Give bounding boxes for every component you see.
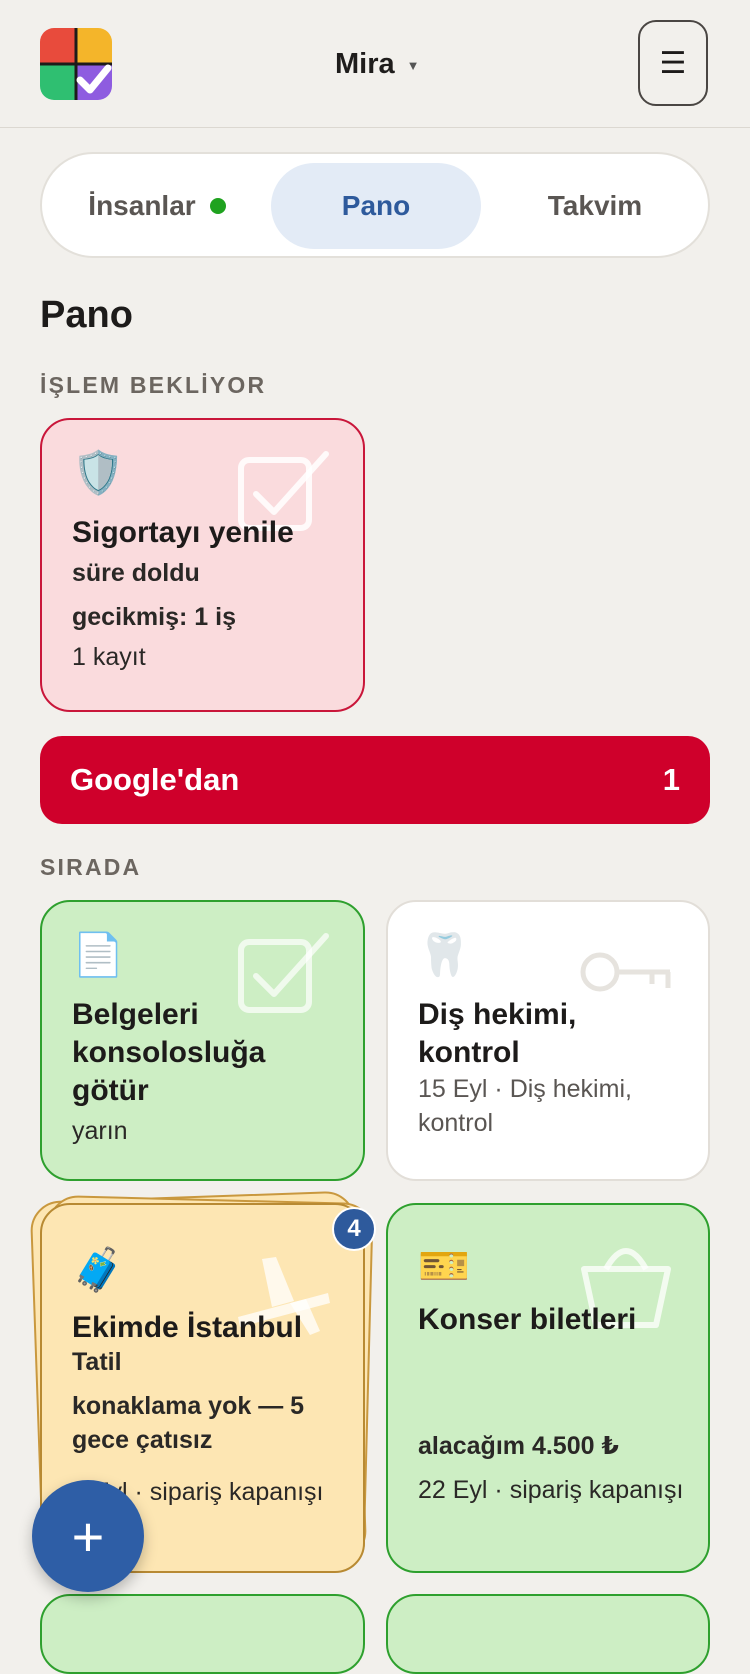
caret-down-icon: ▼ xyxy=(406,57,420,73)
key-icon xyxy=(580,952,671,992)
user-name: Mira xyxy=(335,47,395,80)
card-status: süre doldu xyxy=(72,559,200,587)
shield-icon: 🛡️ xyxy=(72,449,125,496)
card-title: Konser biletleri xyxy=(418,1303,637,1336)
tab-label: İnsanlar xyxy=(88,190,196,221)
card-title: Diş hekimi, kontrol xyxy=(418,998,577,1069)
card-title: Belgeleri konsolosluğa götür xyxy=(72,998,266,1107)
suitcase-icon: 🧳 xyxy=(72,1246,125,1293)
card-warning: konaklama yok — 5 gece çatısız xyxy=(72,1392,305,1454)
task-card-dentist[interactable]: 🦷 Diş hekimi, kontrol 15 Eyl · Diş hekim… xyxy=(386,900,710,1181)
section-pending-heading: İŞLEM BEKLİYOR xyxy=(40,372,267,398)
task-card-partial[interactable] xyxy=(40,1594,365,1674)
task-card-insurance[interactable]: 🛡️ Sigortayı yenile süre doldu gecikmiş:… xyxy=(40,418,365,712)
card-overdue: gecikmiş: 1 iş xyxy=(72,603,236,631)
online-dot-icon xyxy=(209,198,226,214)
tab-label: Pano xyxy=(341,190,411,221)
tab-board[interactable]: Pano xyxy=(271,163,481,249)
card-subtitle: Tatil xyxy=(72,1348,122,1376)
google-bar-label: Google'dan xyxy=(70,762,240,797)
ticket-icon: 🎫 xyxy=(418,1242,471,1289)
card-record-count: 1 kayıt xyxy=(72,643,146,671)
tab-calendar[interactable]: Takvim xyxy=(490,163,700,249)
app-logo-icon[interactable] xyxy=(40,28,112,100)
task-card-concert-tickets[interactable]: 🎫 Konser biletleri alacağım 4.500 ₺ 22 E… xyxy=(386,1203,710,1573)
card-title: Ekimde İstanbul xyxy=(72,1311,303,1344)
google-bar-count: 1 xyxy=(662,762,680,797)
card-title: Sigortayı yenile xyxy=(72,516,294,549)
tab-label: Takvim xyxy=(547,190,643,221)
menu-button[interactable]: ☰ xyxy=(638,20,708,106)
add-button[interactable]: + xyxy=(32,1480,144,1592)
card-date: 22 Eyl · sipariş kapanışı xyxy=(418,1476,684,1504)
card-due: yarın xyxy=(72,1117,128,1145)
section-queued-heading: SIRADA xyxy=(40,854,142,880)
document-icon: 📄 xyxy=(72,931,125,978)
task-card-partial[interactable] xyxy=(386,1594,710,1674)
stack-count-badge: 4 xyxy=(332,1207,376,1251)
user-switcher[interactable]: Mira ▼ xyxy=(335,44,420,84)
top-bar: Mira ▼ ☰ xyxy=(0,0,750,128)
hamburger-icon: ☰ xyxy=(659,46,687,80)
tooth-icon: 🦷 xyxy=(418,931,471,978)
card-date: 15 Eyl · Diş hekimi, kontrol xyxy=(418,1075,632,1137)
page-title: Pano xyxy=(40,294,133,336)
task-card-documents[interactable]: 📄 Belgeleri konsolosluğa götür yarın xyxy=(40,900,365,1181)
card-amount: alacağım 4.500 ₺ xyxy=(418,1432,619,1460)
tab-people[interactable]: İnsanlar xyxy=(52,163,262,249)
google-import-bar[interactable]: Google'dan 1 xyxy=(40,736,710,824)
plus-icon: + xyxy=(71,1504,105,1568)
view-tabs: İnsanlar Pano Takvim xyxy=(40,152,710,258)
